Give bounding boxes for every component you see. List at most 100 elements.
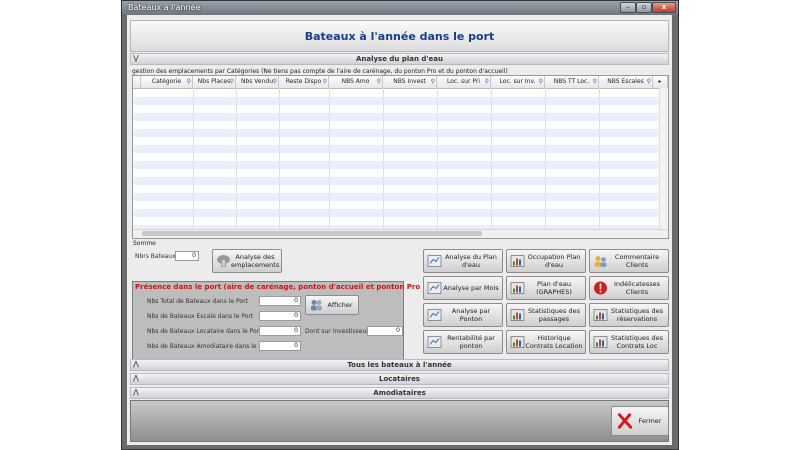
grid-horizontal-scrollbar[interactable] [133, 229, 668, 238]
section-locataires-header[interactable]: ⋀ Locataires [130, 373, 669, 385]
section-tous-header[interactable]: ⋀ Tous les bateaux à l'année [130, 359, 669, 371]
analyse-emplacements-button[interactable]: Analyse des emplacements [212, 249, 282, 273]
minimize-button[interactable]: – [620, 2, 636, 13]
bottom-bar: Fermer [130, 400, 669, 442]
close-x-icon [617, 413, 633, 429]
indelicatesses-clients-button[interactable]: Indélicatesses Clients [589, 276, 669, 300]
table-row[interactable] [133, 89, 660, 97]
table-row[interactable] [133, 105, 660, 113]
mushroom-icon [217, 255, 230, 267]
table-row[interactable] [133, 145, 660, 153]
col-header-nbs-escales[interactable]: NBS Escales ⚲ [599, 76, 653, 88]
table-row[interactable] [133, 201, 660, 209]
nbrs-bateaux-label: Nbrs Bateaux [135, 253, 176, 260]
table-row[interactable] [133, 153, 660, 161]
search-icon[interactable]: ⚲ [539, 76, 543, 88]
col-header-nbs-tt-loc[interactable]: NBS TT Loc. ⚲ [545, 76, 599, 88]
grid-divider [383, 88, 384, 236]
grid-divider [279, 88, 280, 236]
chart-icon [510, 255, 525, 267]
somme-label: Somme [133, 240, 156, 247]
maximize-button[interactable]: ▫ [636, 2, 652, 13]
table-row[interactable] [133, 217, 660, 225]
col-header-loc-sur-inv[interactable]: Loc. sur Inv. ⚲ [491, 76, 545, 88]
col-header-categorie[interactable]: Catégorie ⚲ [141, 76, 193, 88]
commentaire-clients-button[interactable]: Commentaire Clients [589, 249, 669, 273]
warning-icon [594, 281, 607, 295]
document-icon [427, 255, 442, 267]
historique-contrats-location-button[interactable]: Historique Contrats Location [506, 330, 586, 354]
presence-panel: Présence dans le port (aire de carénage,… [132, 281, 449, 365]
table-row[interactable] [133, 193, 660, 201]
document-icon [427, 309, 442, 321]
client-area: Bateaux à l'année dans le port ⋁ Analyse… [127, 15, 672, 445]
fermer-button[interactable]: Fermer [611, 406, 669, 436]
investisseur-label: Dont sur investisseur [305, 328, 369, 335]
scrollbar-thumb[interactable] [142, 231, 482, 236]
presence-amodiataire-field[interactable]: 0 [259, 341, 301, 351]
table-row[interactable] [133, 161, 660, 169]
plan-eau-graphes-button[interactable]: Plan d'eau (GRAPHES) [506, 276, 586, 300]
analyse-par-mois-button[interactable]: Analyse par Mois [423, 276, 503, 300]
grid-divider [236, 88, 237, 236]
search-icon[interactable]: ⚲ [273, 76, 277, 88]
table-row[interactable] [133, 121, 660, 129]
col-header-loc-sur-pri[interactable]: Loc. sur Pri ⚲ [437, 76, 491, 88]
search-icon[interactable]: ⚲ [593, 76, 597, 88]
table-row[interactable] [133, 209, 660, 217]
document-icon [427, 282, 442, 294]
search-icon[interactable]: ⚲ [431, 76, 435, 88]
search-icon[interactable]: ⚲ [323, 76, 327, 88]
col-header-nbs-places[interactable]: Nbs Places ⚲ [193, 76, 236, 88]
table-row[interactable] [133, 185, 660, 193]
grid-vertical-scrollbar[interactable] [659, 88, 668, 234]
nbrs-bateaux-field[interactable]: 0 [175, 251, 199, 261]
col-header-reste-dispo[interactable]: Reste Dispo ⚲ [279, 76, 329, 88]
emplacements-grid[interactable]: Catégorie ⚲ Nbs Places ⚲ Nbs Vendu ⚲ Reste … [132, 75, 669, 239]
section-locataires-title: Locataires [379, 375, 420, 383]
table-row[interactable] [133, 169, 660, 177]
users-icon [594, 255, 607, 267]
rentabilite-par-ponton-button[interactable]: Rentabilité par ponton [423, 330, 503, 354]
search-icon[interactable]: ⚲ [187, 76, 191, 88]
presence-escale-field[interactable]: 0 [259, 311, 301, 321]
title-bar: Bateaux à l'année – ▫ x [122, 1, 678, 15]
occupation-plan-eau-button[interactable]: Occupation Plan d'eau [506, 249, 586, 273]
chart-icon [510, 282, 525, 294]
statistiques-reservations-button[interactable]: Statistiques des réservations [589, 303, 669, 327]
search-icon[interactable]: ⚲ [377, 76, 381, 88]
analyse-par-ponton-button[interactable]: Analyse par Ponton [423, 303, 503, 327]
section-analyse-header[interactable]: ⋁ Analyse du plan d'eau [130, 53, 669, 65]
grid-divider [545, 88, 546, 236]
grid-header: Catégorie ⚲ Nbs Places ⚲ Nbs Vendu ⚲ Reste … [133, 76, 668, 89]
people-icon [311, 300, 322, 311]
presence-total-field[interactable]: 0 [259, 296, 301, 306]
col-header-nbs-vendu[interactable]: Nbs Vendu ⚲ [236, 76, 279, 88]
table-row[interactable] [133, 113, 660, 121]
statistiques-passages-button[interactable]: Statistiques des passages [506, 303, 586, 327]
col-header-nbs-amo[interactable]: NBS Amo ⚲ [329, 76, 383, 88]
search-icon[interactable]: ⚲ [647, 76, 651, 88]
presence-escale-label: Nbs de Bateaux Escale dans le Port [147, 313, 254, 320]
afficher-button[interactable]: Afficher [305, 295, 359, 315]
investisseur-field[interactable]: 0 [367, 326, 403, 336]
presence-locataire-field[interactable]: 0 [259, 326, 301, 336]
close-button[interactable]: x [652, 2, 676, 13]
chart-icon [510, 309, 525, 321]
section-amodiataires-header[interactable]: ⋀ Amodiataires [130, 387, 669, 399]
analyse-plan-eau-button[interactable]: Analyse du Plan d'eau [423, 249, 503, 273]
section-amodiataires-title: Amodiataires [373, 389, 426, 397]
chart-icon [593, 309, 608, 321]
grid-note: gestion des emplacements par Catégories … [132, 68, 508, 75]
statistiques-contrats-loc-button[interactable]: Statistiques des Contrats Loc [589, 330, 669, 354]
search-icon[interactable]: ⚲ [230, 76, 234, 88]
table-row[interactable] [133, 97, 660, 105]
col-header-nbs-invest[interactable]: NBS Invest ⚲ [383, 76, 437, 88]
table-row[interactable] [133, 177, 660, 185]
page-title: Bateaux à l'année dans le port [304, 30, 495, 43]
presence-amodiataire-label: Nbs de Bateaux Amodiataire dans le Port [147, 343, 271, 350]
search-icon[interactable]: ⚲ [485, 76, 489, 88]
col-scroll-right-icon[interactable]: ▸ [653, 76, 668, 88]
table-row[interactable] [133, 137, 660, 145]
table-row[interactable] [133, 129, 660, 137]
